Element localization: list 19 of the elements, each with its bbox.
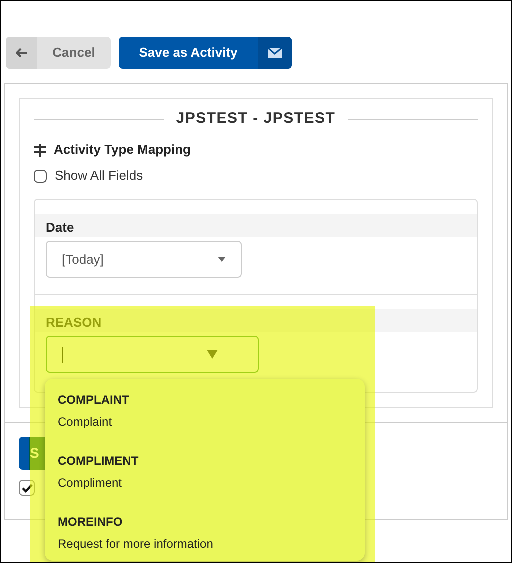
field-label: Date (46, 218, 74, 236)
checkbox-label: Show All Fields (55, 167, 144, 186)
dropdown-option[interactable]: COMPLIMENT Compliment (58, 454, 365, 490)
field-label: REASON (46, 314, 102, 332)
reason-input[interactable] (46, 336, 259, 373)
caret-icon (218, 257, 226, 262)
dropdown-option[interactable]: COMPLAINT Complaint (58, 393, 365, 429)
cancel-button[interactable]: Cancel (6, 37, 111, 69)
signpost-icon (34, 144, 46, 156)
section-title: Activity Type Mapping (54, 141, 191, 160)
envelope-icon (258, 37, 292, 69)
date-select[interactable]: [Today] (46, 241, 242, 278)
caret-icon (207, 350, 218, 359)
checkbox[interactable] (19, 480, 35, 496)
save-as-activity-button[interactable]: Save as Activity (119, 37, 292, 69)
show-all-fields-checkbox[interactable] (34, 170, 47, 182)
dropdown-option[interactable]: MOREINFO Request for more information (58, 515, 365, 551)
text-cursor (62, 346, 63, 362)
panel-title: JPSTEST - JPSTEST (176, 108, 336, 129)
